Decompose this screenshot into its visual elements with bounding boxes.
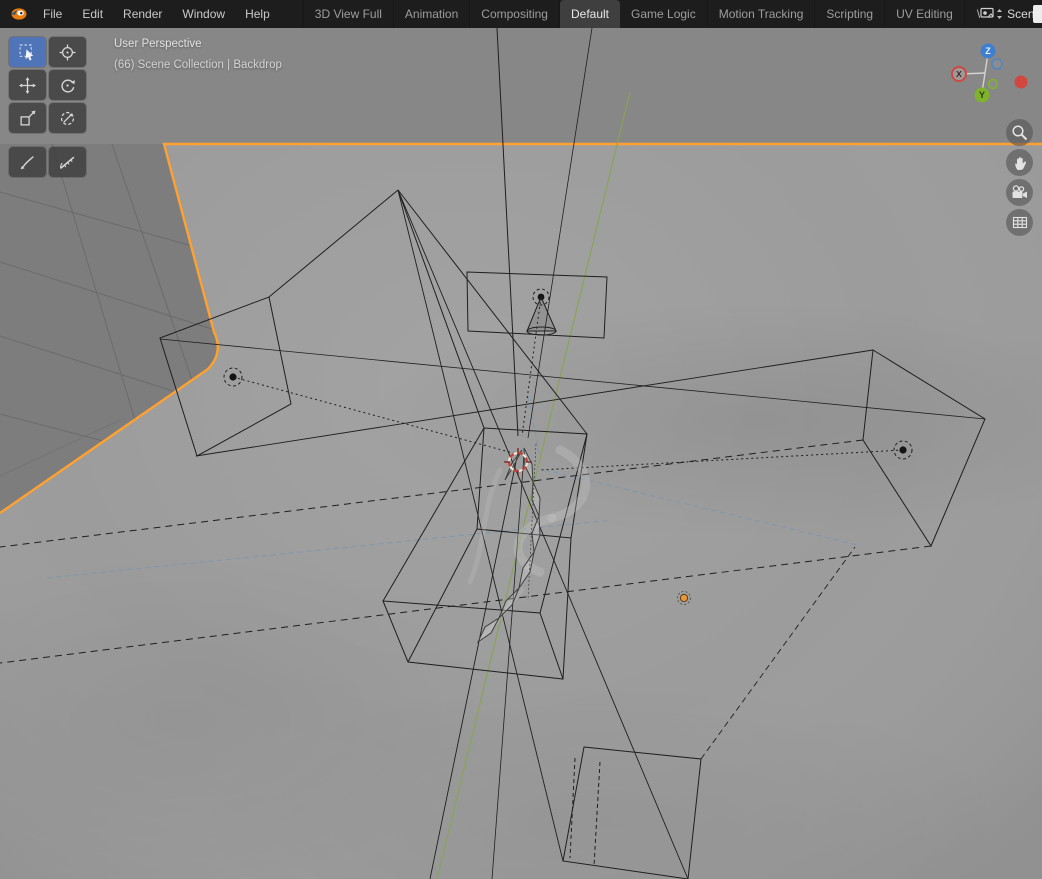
tab-3d-view-full[interactable]: 3D View Full — [302, 0, 394, 28]
navigation-gizmo[interactable]: Z X Y — [948, 40, 1030, 110]
viewport-info-overlay: User Perspective (66) Scene Collection |… — [114, 38, 282, 71]
tool-shelf — [9, 37, 86, 177]
pan-hand-button[interactable] — [1006, 149, 1033, 176]
gizmo-axis-x[interactable] — [1014, 75, 1028, 89]
gizmo-axis-z-negative[interactable] — [991, 58, 1003, 70]
tool-transform[interactable] — [49, 103, 86, 133]
menu-bar: File Edit Render Window Help — [34, 4, 279, 24]
tool-measure[interactable] — [49, 147, 86, 177]
zoom-button[interactable] — [1006, 119, 1033, 146]
tool-move[interactable] — [9, 70, 46, 100]
menu-file[interactable]: File — [34, 4, 71, 24]
scene-browse-icon[interactable] — [980, 7, 1003, 21]
top-bar: File Edit Render Window Help 3D View Ful… — [0, 0, 1042, 28]
gizmo-axis-y-negative[interactable] — [987, 78, 999, 90]
blender-logo-icon[interactable] — [8, 6, 28, 22]
tab-uv-editing[interactable]: UV Editing — [885, 0, 965, 28]
workspace-tabs: 3D View Full Animation Compositing Defau… — [302, 0, 965, 28]
tool-cursor[interactable] — [49, 37, 86, 67]
menu-render[interactable]: Render — [114, 4, 171, 24]
tool-select-box[interactable] — [9, 37, 46, 67]
menu-window[interactable]: Window — [173, 4, 234, 24]
tab-compositing[interactable]: Compositing — [470, 0, 560, 28]
gizmo-axis-y[interactable]: Y — [974, 87, 990, 103]
tab-scripting[interactable]: Scripting — [815, 0, 886, 28]
gizmo-axis-z[interactable]: Z — [980, 43, 996, 59]
svg-text:X: X — [956, 69, 962, 79]
tab-motion-tracking[interactable]: Motion Tracking — [708, 0, 816, 28]
active-collection-label: (66) Scene Collection | Backdrop — [114, 58, 282, 71]
tool-rotate[interactable] — [49, 70, 86, 100]
tool-scale[interactable] — [9, 103, 46, 133]
view-perspective-label: User Perspective — [114, 38, 202, 50]
menu-help[interactable]: Help — [236, 4, 279, 24]
viewport-canvas[interactable] — [0, 0, 1042, 879]
menu-edit[interactable]: Edit — [73, 4, 112, 24]
new-button-partial[interactable] — [1033, 5, 1042, 23]
viewport-side-buttons — [1006, 119, 1033, 236]
tab-animation[interactable]: Animation — [394, 0, 471, 28]
gizmo-axis-x-negative[interactable]: X — [951, 66, 967, 82]
svg-text:Z: Z — [985, 46, 991, 56]
tool-annotate[interactable] — [9, 147, 46, 177]
tab-default[interactable]: Default — [559, 0, 621, 28]
tab-game-logic[interactable]: Game Logic — [620, 0, 708, 28]
orthographic-grid-button[interactable] — [1006, 209, 1033, 236]
camera-view-button[interactable] — [1006, 179, 1033, 206]
svg-text:Y: Y — [979, 90, 985, 100]
